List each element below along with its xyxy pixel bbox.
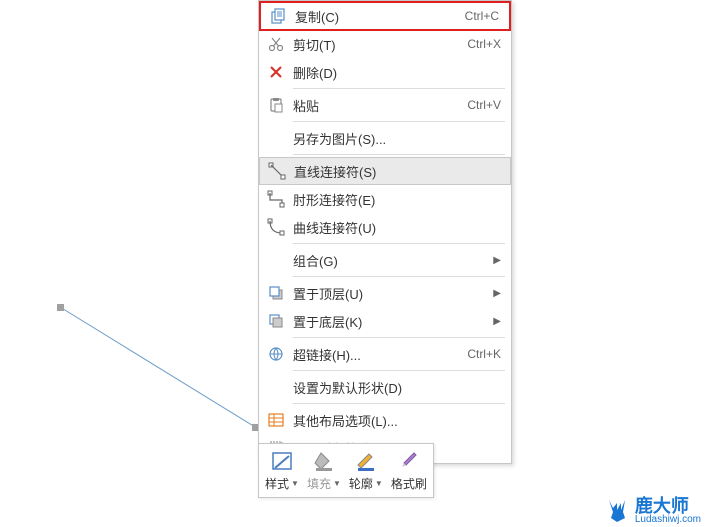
menu-curved-connector-label: 曲线连接符(U) [293,218,505,237]
caret-down-icon: ▼ [291,479,299,488]
format-painter-label: 格式刷 [391,475,427,492]
menu-cut-label: 剪切(T) [293,35,467,54]
context-menu: 复制(C) Ctrl+C 剪切(T) Ctrl+X 删除(D) 粘贴 Ctrl+… [258,0,512,464]
style-icon [268,449,296,473]
layout-icon [265,409,287,431]
menu-bring-front[interactable]: 置于顶层(U) ▶ [259,279,511,307]
outline-icon [352,449,380,473]
caret-down-icon: ▼ [333,479,341,488]
menu-paste-shortcut: Ctrl+V [467,98,501,112]
menu-hyperlink-label: 超链接(H)... [293,345,467,364]
menu-set-default-label: 设置为默认形状(D) [293,378,505,397]
separator [293,403,505,404]
format-painter-button[interactable]: 格式刷 [387,446,431,495]
blank-icon [265,249,287,271]
fill-button[interactable]: 填充 ▼ [303,446,345,495]
outline-label: 轮廓 [349,475,373,492]
menu-curved-connector[interactable]: 曲线连接符(U) [259,213,511,241]
menu-layout-options[interactable]: 其他布局选项(L)... [259,406,511,434]
menu-delete-label: 删除(D) [293,63,505,82]
bring-front-icon [265,282,287,304]
send-back-icon [265,310,287,332]
watermark-name: 鹿大师 [635,497,701,515]
fill-label: 填充 [307,475,331,492]
menu-copy-shortcut: Ctrl+C [465,9,499,23]
separator [293,337,505,338]
menu-elbow-connector[interactable]: 肘形连接符(E) [259,185,511,213]
menu-elbow-connector-label: 肘形连接符(E) [293,190,505,209]
menu-paste-label: 粘贴 [293,96,467,115]
caret-down-icon: ▼ [375,479,383,488]
line-shape[interactable] [55,302,275,432]
menu-straight-connector-label: 直线连接符(S) [294,162,504,181]
separator [293,154,505,155]
separator [293,121,505,122]
menu-save-as-image-label: 另存为图片(S)... [293,129,505,148]
menu-hyperlink-shortcut: Ctrl+K [467,347,501,361]
elbow-connector-icon [265,188,287,210]
line-handle-start[interactable] [57,304,64,311]
menu-bring-front-label: 置于顶层(U) [293,284,493,303]
separator [293,88,505,89]
straight-connector-icon [266,160,288,182]
style-label: 样式 [265,475,289,492]
menu-delete[interactable]: 删除(D) [259,58,511,86]
deer-icon [603,498,631,524]
menu-send-back[interactable]: 置于底层(K) ▶ [259,307,511,335]
watermark-url: Ludashiwj.com [635,515,701,525]
fill-icon [310,449,338,473]
format-painter-icon [395,449,423,473]
separator [293,243,505,244]
blank-icon [265,376,287,398]
submenu-arrow-icon: ▶ [493,316,501,327]
outline-button[interactable]: 轮廓 ▼ [345,446,387,495]
format-toolbar: 样式 ▼ 填充 ▼ 轮廓 ▼ 格式刷 [258,443,434,498]
menu-send-back-label: 置于底层(K) [293,312,493,331]
separator [293,370,505,371]
hyperlink-icon [265,343,287,365]
menu-straight-connector[interactable]: 直线连接符(S) [259,157,511,185]
paste-icon [265,94,287,116]
menu-cut-shortcut: Ctrl+X [467,37,501,51]
menu-group-label: 组合(G) [293,251,493,270]
menu-paste[interactable]: 粘贴 Ctrl+V [259,91,511,119]
separator [293,276,505,277]
menu-copy[interactable]: 复制(C) Ctrl+C [259,1,511,31]
menu-hyperlink[interactable]: 超链接(H)... Ctrl+K [259,340,511,368]
style-button[interactable]: 样式 ▼ [261,446,303,495]
submenu-arrow-icon: ▶ [493,288,501,299]
delete-icon [265,61,287,83]
watermark: 鹿大师 Ludashiwj.com [603,497,701,525]
blank-icon [265,127,287,149]
menu-cut[interactable]: 剪切(T) Ctrl+X [259,30,511,58]
menu-set-default[interactable]: 设置为默认形状(D) [259,373,511,401]
scissors-icon [265,33,287,55]
copy-icon [267,5,289,27]
curved-connector-icon [265,216,287,238]
menu-layout-options-label: 其他布局选项(L)... [293,411,505,430]
menu-save-as-image[interactable]: 另存为图片(S)... [259,124,511,152]
submenu-arrow-icon: ▶ [493,255,501,266]
menu-copy-label: 复制(C) [295,7,465,26]
menu-group[interactable]: 组合(G) ▶ [259,246,511,274]
